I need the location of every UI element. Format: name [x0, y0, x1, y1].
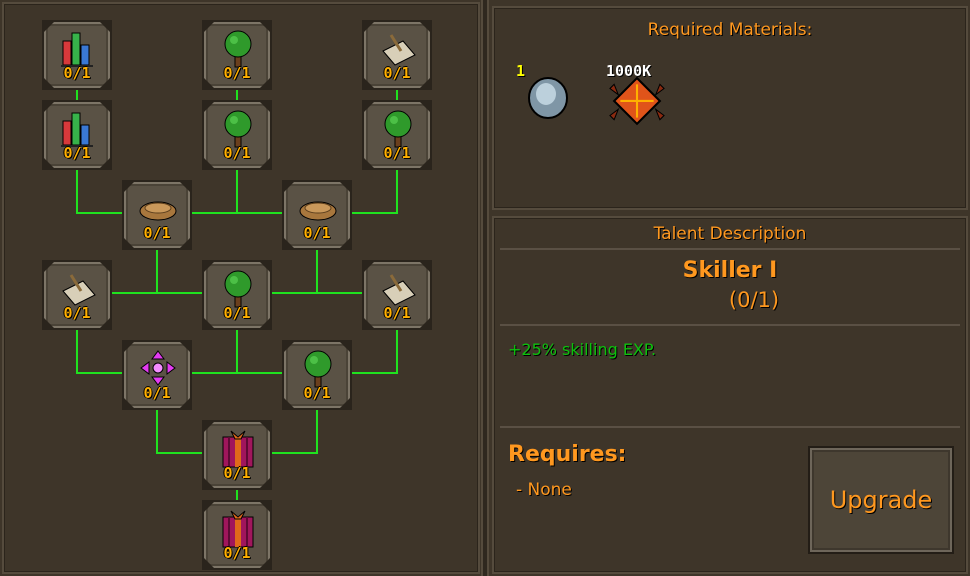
- node-count: 0/1: [63, 304, 91, 322]
- tree-icon: [384, 110, 412, 148]
- node-count: 0/1: [383, 64, 411, 82]
- node-count: 0/1: [303, 224, 331, 242]
- talent-effect: +25% skilling EXP.: [508, 340, 657, 359]
- talent-node[interactable]: 0/1: [202, 260, 272, 330]
- connector: [76, 328, 78, 374]
- bowl-icon: [139, 201, 177, 221]
- node-count: 0/1: [383, 304, 411, 322]
- talent-node[interactable]: 0/1: [42, 20, 112, 90]
- node-count: 0/1: [383, 144, 411, 162]
- talent-node[interactable]: 0/1: [42, 260, 112, 330]
- connector: [156, 452, 204, 454]
- upgrade-label: Upgrade: [829, 486, 933, 514]
- requires-label: Requires:: [508, 442, 627, 467]
- talent-node[interactable]: 0/1: [42, 100, 112, 170]
- node-count: 0/1: [223, 304, 251, 322]
- requires-value: - None: [516, 480, 572, 500]
- connector: [192, 372, 284, 374]
- scroll-icon: [382, 34, 416, 66]
- orange-spiked-orb-icon: [609, 76, 665, 126]
- talent-node[interactable]: 0/1: [362, 20, 432, 90]
- scroll-icon: [382, 274, 416, 306]
- node-count: 0/1: [303, 384, 331, 402]
- talent-tree-panel: 0/1 0/1 0/1 0/1 0/1 0/1 0/1 0/1 0/1 0/1 …: [2, 2, 480, 574]
- node-count: 0/1: [223, 464, 251, 482]
- talent-node[interactable]: 0/1: [202, 420, 272, 490]
- material-item[interactable]: 1000K: [602, 62, 682, 126]
- connector: [316, 408, 318, 454]
- connector: [272, 452, 318, 454]
- connector: [352, 212, 398, 214]
- talent-node[interactable]: 0/1: [122, 180, 192, 250]
- talent-level: (0/1): [728, 288, 780, 312]
- bar-chart-icon: [61, 112, 93, 147]
- connector: [112, 292, 204, 294]
- upgrade-button[interactable]: Upgrade: [808, 446, 954, 554]
- connector: [76, 212, 124, 214]
- talent-node[interactable]: 0/1: [282, 180, 352, 250]
- gift-box-icon: [222, 430, 254, 468]
- divider: [500, 324, 960, 326]
- talent-node[interactable]: 0/1: [362, 100, 432, 170]
- tree-icon: [224, 110, 252, 148]
- node-count: 0/1: [223, 144, 251, 162]
- node-count: 0/1: [143, 384, 171, 402]
- connector: [352, 372, 398, 374]
- talent-node[interactable]: 0/1: [362, 260, 432, 330]
- panel-divider: [481, 0, 489, 576]
- divider: [500, 426, 960, 428]
- connector: [236, 328, 238, 374]
- talent-node[interactable]: 0/1: [122, 340, 192, 410]
- tree-icon: [304, 350, 332, 388]
- magenta-arrows-icon: [140, 350, 176, 386]
- talent-node[interactable]: 0/1: [202, 500, 272, 570]
- node-count: 0/1: [63, 144, 91, 162]
- materials-title: Required Materials:: [647, 20, 813, 40]
- talent-description-panel: Talent Description Skiller I (0/1) +25% …: [492, 216, 968, 574]
- connector: [236, 168, 238, 214]
- material-quantity: 1: [516, 62, 526, 80]
- connector: [192, 212, 284, 214]
- connector: [76, 372, 124, 374]
- divider: [500, 248, 960, 250]
- material-item[interactable]: 1: [512, 62, 582, 122]
- connector: [396, 328, 398, 374]
- tree-icon: [224, 270, 252, 308]
- talent-node[interactable]: 0/1: [202, 100, 272, 170]
- gift-box-icon: [222, 510, 254, 548]
- connector: [156, 408, 158, 454]
- description-title: Talent Description: [653, 224, 807, 244]
- node-count: 0/1: [143, 224, 171, 242]
- node-count: 0/1: [63, 64, 91, 82]
- talent-node[interactable]: 0/1: [202, 20, 272, 90]
- connector: [272, 292, 364, 294]
- node-count: 0/1: [223, 64, 251, 82]
- talent-name: Skiller I: [682, 258, 778, 283]
- connector: [316, 248, 318, 294]
- connector: [76, 168, 78, 214]
- scroll-icon: [62, 274, 96, 306]
- bar-chart-icon: [61, 32, 93, 67]
- bowl-icon: [299, 201, 337, 221]
- tree-icon: [224, 30, 252, 68]
- node-count: 0/1: [223, 544, 251, 562]
- required-materials-panel: Required Materials: 1 1000K: [492, 6, 968, 210]
- talent-node[interactable]: 0/1: [282, 340, 352, 410]
- grey-stone-icon: [528, 77, 568, 119]
- connector: [156, 248, 158, 294]
- connector: [396, 168, 398, 214]
